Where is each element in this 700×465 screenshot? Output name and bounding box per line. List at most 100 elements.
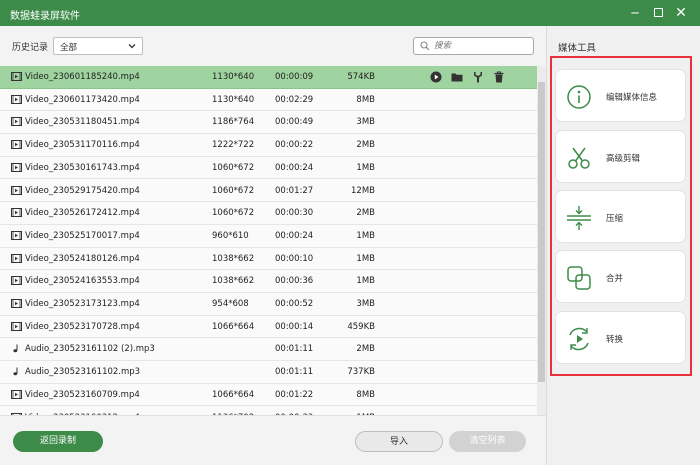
table-row[interactable]: Video_230531180451.mp4 1186*764 00:00:49 3M…: [0, 111, 537, 135]
tool-merge[interactable]: 合并: [555, 250, 686, 303]
tool-label: 压缩: [606, 214, 624, 224]
minimize-button[interactable]: ─: [626, 4, 644, 22]
table-row[interactable]: Video_230524180126.mp4 1038*662 00:00:10 1M…: [0, 247, 537, 271]
audio-file-icon: [11, 367, 22, 376]
video-file-icon: [11, 162, 22, 172]
resolution: 1066*664: [212, 321, 255, 332]
audio-file-icon: [11, 344, 22, 353]
file-name: Video_230523173123.mp4: [25, 299, 140, 309]
minimize-icon: ─: [631, 6, 639, 20]
resolution: 1038*662: [212, 276, 255, 287]
file-name: Video_230531170116.mp4: [25, 140, 140, 151]
file-name: Video_230530161743.mp4: [25, 162, 140, 173]
scrollbar-thumb[interactable]: [538, 82, 545, 382]
file-name: Video_230526172412.mp4: [25, 208, 140, 219]
video-file-icon: [11, 321, 22, 331]
resolution: 1060*672: [212, 162, 255, 173]
duration: 00:00:24: [275, 162, 314, 173]
tool-label: 编辑媒体信息: [606, 93, 658, 103]
file-size: 2MB: [356, 140, 375, 151]
table-row[interactable]: Video_230530161743.mp4 1060*672 00:00:24 1M…: [0, 156, 537, 180]
duration: 00:01:11: [275, 344, 314, 355]
table-row[interactable]: Video_230526172412.mp4 1060*672 00:00:30 2M…: [0, 202, 537, 225]
file-size: 8MB: [356, 389, 375, 400]
chevron-down-icon: [128, 44, 136, 49]
video-file-icon: [11, 94, 22, 104]
file-name: Audio_230523161102 (2).mp3: [25, 344, 155, 355]
tool-label: 高级剪辑: [606, 154, 641, 164]
duration: 00:00:14: [275, 321, 314, 332]
file-size: 3MB: [356, 299, 375, 309]
table-row[interactable]: Video_230525170017.mp4 960*610 00:00:24 1MB: [0, 224, 537, 248]
table-row[interactable]: Video_230523173123.mp4 954*608 00:00:52 3MB: [0, 293, 537, 316]
table-row[interactable]: Audio_230523161102.mp3 00:01:11 737KB: [0, 361, 537, 384]
duration: 00:00:52: [275, 299, 314, 309]
table-row[interactable]: Video_230523170728.mp4 1066*664 00:00:14 45…: [0, 315, 537, 339]
close-button[interactable]: ✕: [672, 4, 690, 22]
folder-icon[interactable]: [451, 71, 463, 83]
duration: 00:00:10: [275, 253, 314, 264]
resolution: 1060*672: [212, 185, 255, 196]
table-row[interactable]: Video_230523160709.mp4 1066*664 00:01:22 8M…: [0, 383, 537, 407]
maximize-button[interactable]: [649, 4, 667, 22]
video-file-icon: [11, 389, 22, 399]
history-filter-select[interactable]: 全部: [53, 37, 143, 55]
media-tools-panel: 媒体工具 编辑媒体信息 高级剪辑 压缩 合并 转换: [546, 26, 700, 465]
history-panel: 历史记录 全部 Video_230601185240.mp4 1130*640 00…: [0, 26, 546, 465]
table-row[interactable]: Audio_230523161102 (2).mp3 00:01:11 2MB: [0, 338, 537, 362]
resolution: 1060*672: [212, 208, 255, 219]
clear-list-button[interactable]: 清空列表: [449, 431, 526, 452]
table-row[interactable]: Video_230524163553.mp4 1038*662 00:00:36 1M…: [0, 270, 537, 293]
search-input[interactable]: [434, 39, 529, 53]
merge-icon: [567, 266, 591, 290]
table-row[interactable]: Video_230531170116.mp4 1222*722 00:00:22 2M…: [0, 134, 537, 157]
history-label: 历史记录: [12, 43, 49, 53]
file-size: 459KB: [347, 321, 375, 332]
tool-edit-media-info[interactable]: 编辑媒体信息: [555, 69, 686, 122]
resolution: 1038*662: [212, 253, 255, 264]
video-file-icon: [11, 140, 22, 150]
duration: 00:00:09: [275, 72, 314, 82]
file-name: Video_230525170017.mp4: [25, 230, 140, 241]
file-name: Video_230524163553.mp4: [25, 276, 140, 287]
import-button[interactable]: 导入: [355, 431, 443, 452]
scrollbar[interactable]: [537, 66, 546, 415]
duration: 00:01:27: [275, 185, 314, 196]
resolution: 954*608: [212, 299, 249, 309]
compress-icon: [567, 206, 591, 230]
tools-icon[interactable]: [472, 71, 484, 83]
file-size: 574KB: [347, 72, 375, 82]
file-name: Video_230523160709.mp4: [25, 389, 140, 400]
table-row[interactable]: Video_230523160312.mp41136*70200:00:331M…: [0, 406, 537, 415]
trash-icon[interactable]: [493, 71, 505, 83]
file-name: Video_230601185240.mp4: [25, 72, 140, 82]
video-file-icon: [11, 72, 22, 81]
duration: 00:00:49: [275, 117, 314, 128]
file-size: 2MB: [356, 208, 375, 219]
search-box[interactable]: [413, 37, 534, 55]
table-row[interactable]: Video_230529175420.mp4 1060*672 00:01:27 12…: [0, 179, 537, 203]
history-filter-value: 全部: [60, 43, 78, 53]
close-icon: ✕: [675, 5, 687, 21]
title-bar: 数据蛙录屏软件 ─ ✕: [0, 0, 700, 26]
history-list: Video_230601185240.mp4 1130*640 00:00:09 57…: [0, 66, 537, 415]
video-file-icon: [11, 299, 22, 308]
duration: 00:01:11: [275, 367, 314, 378]
file-name: Audio_230523161102.mp3: [25, 367, 141, 378]
table-row[interactable]: Video_230601173420.mp4 1130*640 00:02:29 8M…: [0, 88, 537, 112]
resolution: 1130*640: [212, 94, 255, 105]
duration: 00:00:36: [275, 276, 314, 287]
video-file-icon: [11, 117, 22, 127]
tool-advanced-edit[interactable]: 高级剪辑: [555, 130, 686, 183]
duration: 00:00:30: [275, 208, 314, 219]
file-name: Video_230524180126.mp4: [25, 253, 140, 264]
back-to-record-button[interactable]: 返回录制: [13, 431, 103, 452]
duration: 00:01:22: [275, 389, 314, 400]
play-icon[interactable]: [430, 71, 442, 83]
video-file-icon: [11, 253, 22, 263]
table-row[interactable]: Video_230601185240.mp4 1130*640 00:00:09 57…: [0, 66, 537, 89]
tool-convert[interactable]: 转换: [555, 311, 686, 364]
tool-label: 合并: [606, 274, 624, 284]
tool-compress[interactable]: 压缩: [555, 190, 686, 243]
file-name: Video_230601173420.mp4: [25, 94, 140, 105]
